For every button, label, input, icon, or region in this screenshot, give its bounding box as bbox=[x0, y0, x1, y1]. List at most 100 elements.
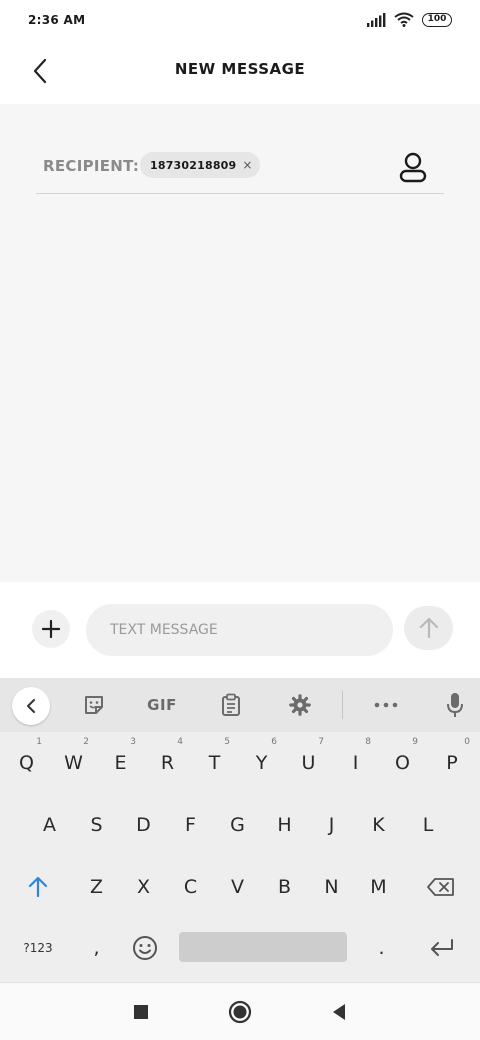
chip-remove-button[interactable]: × bbox=[242, 159, 252, 171]
key-hint: 4 bbox=[177, 737, 183, 747]
backspace-icon bbox=[427, 878, 454, 896]
key-z[interactable]: Z bbox=[73, 857, 120, 917]
microphone-icon bbox=[447, 693, 463, 717]
key-row-4: ?123 , . bbox=[0, 918, 480, 978]
key-k[interactable]: K bbox=[355, 795, 402, 855]
status-bar: 2:36 AM 100 bbox=[0, 0, 480, 42]
key-hint: 1 bbox=[36, 737, 42, 747]
recipient-field[interactable]: RECIPIENT: 18730218809 × bbox=[36, 144, 444, 194]
period-key[interactable]: . bbox=[358, 918, 405, 978]
person-icon bbox=[399, 152, 427, 183]
key-hint: 3 bbox=[130, 737, 136, 747]
key-f[interactable]: F bbox=[167, 795, 214, 855]
wifi-icon bbox=[394, 12, 414, 27]
key-label: U bbox=[301, 752, 316, 774]
space-key[interactable] bbox=[179, 932, 347, 962]
backspace-key[interactable] bbox=[410, 857, 472, 917]
key-label: P bbox=[446, 752, 458, 774]
keyboard-collapse-button[interactable] bbox=[12, 687, 50, 725]
keyboard-toolbar: GIF bbox=[0, 678, 480, 732]
key-j[interactable]: J bbox=[308, 795, 355, 855]
key-d[interactable]: D bbox=[120, 795, 167, 855]
key-label: E bbox=[114, 752, 127, 774]
recents-button[interactable] bbox=[126, 997, 156, 1027]
voice-input-button[interactable] bbox=[438, 678, 472, 732]
sticker-icon bbox=[85, 696, 103, 714]
signal-icon bbox=[367, 12, 386, 27]
enter-key[interactable] bbox=[412, 918, 472, 978]
key-h[interactable]: H bbox=[261, 795, 308, 855]
gear-icon bbox=[289, 694, 311, 716]
key-o[interactable]: O9 bbox=[379, 733, 426, 793]
key-n[interactable]: N bbox=[308, 857, 355, 917]
key-a[interactable]: A bbox=[26, 795, 73, 855]
smiley-icon bbox=[133, 936, 157, 960]
more-options-button[interactable] bbox=[368, 678, 404, 732]
key-w[interactable]: W2 bbox=[50, 733, 97, 793]
key-b[interactable]: B bbox=[261, 857, 308, 917]
shift-arrow-icon bbox=[28, 876, 48, 898]
key-label: I bbox=[352, 752, 359, 774]
home-circle-icon bbox=[228, 1000, 252, 1024]
triangle-back-icon bbox=[333, 1004, 345, 1020]
recipient-label: RECIPIENT: bbox=[43, 157, 140, 175]
key-label: Y bbox=[255, 752, 268, 774]
key-row-2: A S D F G H J K L bbox=[0, 795, 480, 855]
send-button[interactable] bbox=[404, 606, 453, 650]
key-label: W bbox=[64, 752, 83, 774]
sticker-button[interactable] bbox=[76, 678, 112, 732]
clipboard-button[interactable] bbox=[213, 678, 249, 732]
settings-button[interactable] bbox=[282, 678, 318, 732]
key-label: T bbox=[208, 752, 221, 774]
emoji-key[interactable] bbox=[120, 918, 170, 978]
battery-indicator: 100 bbox=[422, 12, 452, 27]
app-header: NEW MESSAGE bbox=[0, 42, 480, 104]
add-attachment-button[interactable] bbox=[32, 610, 70, 648]
key-hint: 6 bbox=[271, 737, 277, 747]
recipient-chip-number: 18730218809 bbox=[150, 158, 237, 172]
nav-back-button[interactable] bbox=[324, 997, 354, 1027]
recipient-chip[interactable]: 18730218809 × bbox=[140, 152, 261, 178]
key-v[interactable]: V bbox=[214, 857, 261, 917]
key-e[interactable]: E3 bbox=[97, 733, 144, 793]
key-y[interactable]: Y6 bbox=[238, 733, 285, 793]
key-i[interactable]: I8 bbox=[332, 733, 379, 793]
home-button[interactable] bbox=[225, 997, 255, 1027]
status-time: 2:36 AM bbox=[28, 13, 86, 27]
key-hint: 2 bbox=[83, 737, 89, 747]
key-s[interactable]: S bbox=[73, 795, 120, 855]
key-hint: 9 bbox=[412, 737, 418, 747]
status-icons: 100 bbox=[366, 12, 452, 27]
key-x[interactable]: X bbox=[120, 857, 167, 917]
key-g[interactable]: G bbox=[214, 795, 261, 855]
key-q[interactable]: Q1 bbox=[3, 733, 50, 793]
arrow-up-icon bbox=[419, 617, 438, 639]
key-l[interactable]: L bbox=[402, 795, 454, 855]
compose-bar bbox=[0, 582, 480, 678]
message-input[interactable] bbox=[86, 604, 393, 656]
symbols-key[interactable]: ?123 bbox=[8, 918, 68, 978]
key-m[interactable]: M bbox=[355, 857, 402, 917]
more-dots-icon bbox=[374, 702, 398, 708]
conversation-area: RECIPIENT: 18730218809 × bbox=[0, 104, 480, 582]
plus-icon bbox=[42, 620, 60, 638]
toolbar-divider bbox=[342, 691, 343, 719]
key-c[interactable]: C bbox=[167, 857, 214, 917]
key-row-1: Q1 W2 E3 R4 T5 Y6 U7 I8 O9 P0 bbox=[0, 733, 480, 793]
square-icon bbox=[134, 1005, 148, 1019]
shift-key[interactable] bbox=[8, 857, 68, 917]
gif-label: GIF bbox=[147, 696, 177, 714]
key-p[interactable]: P0 bbox=[426, 733, 478, 793]
key-label: R bbox=[160, 752, 175, 774]
key-t[interactable]: T5 bbox=[191, 733, 238, 793]
keyboard: G I F Q 1 W 2 E 3 R 4 T 5 Y 6 U 7 I 8 O 9 … bbox=[0, 678, 480, 982]
key-hint: 0 bbox=[464, 737, 470, 747]
key-r[interactable]: R4 bbox=[144, 733, 191, 793]
key-u[interactable]: U7 bbox=[285, 733, 332, 793]
pick-contact-button[interactable] bbox=[398, 152, 428, 184]
gif-button[interactable]: GIF bbox=[140, 678, 184, 732]
enter-icon bbox=[431, 939, 453, 956]
comma-key[interactable]: , bbox=[73, 918, 120, 978]
key-hint: 5 bbox=[224, 737, 230, 747]
key-label: O bbox=[395, 752, 410, 774]
